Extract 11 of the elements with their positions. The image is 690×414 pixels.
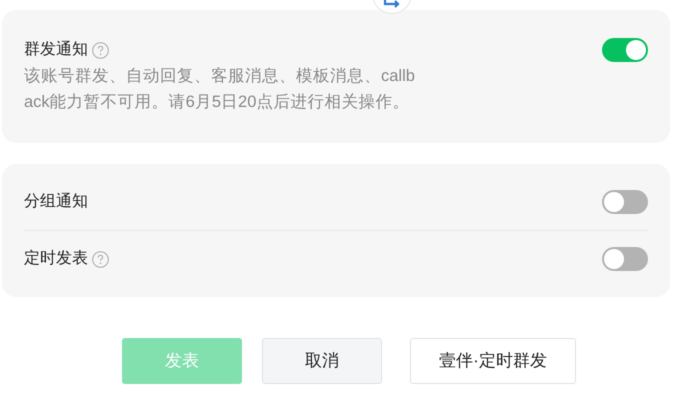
setting-label: 定时发表 xyxy=(24,248,88,269)
scheduled-send-button[interactable]: 壹伴·定时群发 xyxy=(410,338,576,384)
toggle-switch[interactable] xyxy=(602,190,648,214)
help-icon[interactable] xyxy=(92,250,109,268)
cancel-button[interactable]: 取消 xyxy=(262,338,382,384)
toggle-switch[interactable] xyxy=(602,38,648,62)
setting-label: 群发通知 xyxy=(24,40,88,60)
toggle-switch[interactable] xyxy=(602,247,648,271)
help-icon[interactable] xyxy=(92,42,109,58)
notice-text: 该账号群发、自动回复、客服消息、模板消息、callb ack能力暂不可用。请6月5日20点后进行相关操作。 xyxy=(24,66,415,113)
setting-label: 分组通知 xyxy=(24,192,88,212)
